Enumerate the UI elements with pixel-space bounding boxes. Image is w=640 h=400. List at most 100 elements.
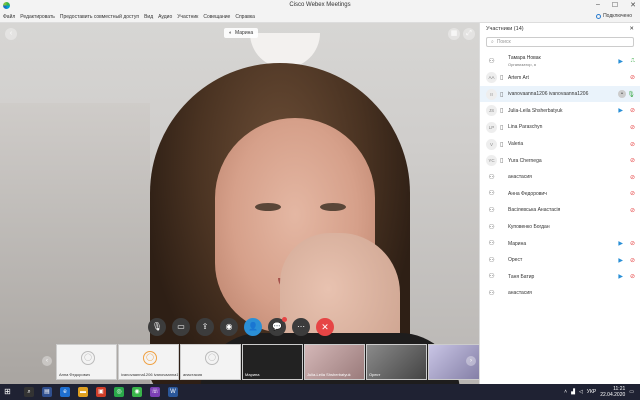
person-icon: ◯ [143,351,157,365]
active-speaker-label: ◐ Марина [224,28,259,38]
mic-muted-icon[interactable]: ⊘ [630,141,635,148]
windows-start-icon[interactable]: ⊞ [4,388,12,396]
thumbnail-name: Анна Федорович [59,372,91,377]
participant-avatar: AA [486,72,497,84]
person-icon: ⚇ [488,273,495,281]
participant-name: Lina Paraschyn [508,124,543,131]
mic-muted-icon[interactable]: ⊘ [630,273,635,280]
participant-thumbnail[interactable]: ◯ Анна Федорович [56,344,117,380]
mic-icon[interactable]: 🎙 [627,91,635,98]
record-button[interactable]: ◉ [220,318,238,336]
menu-item[interactable]: Совещание [203,14,230,20]
mic-muted-icon[interactable]: ⊘ [630,207,635,214]
close-icon[interactable]: ✕ [630,1,636,9]
title-bar: Cisco Webex Meetings – ☐ ✕ [0,0,640,11]
participant-search[interactable]: ⌕ Поиск [486,37,634,47]
layout-icon[interactable]: ▦ [448,28,460,40]
chat-button[interactable]: 💬 [268,317,287,336]
mic-icon: ◐ [229,30,233,36]
mic-muted-icon[interactable]: ⊘ [630,74,635,81]
more-button[interactable]: ⋯ [292,318,310,336]
keyboard-layout[interactable]: УКР [587,389,596,395]
participant-row[interactable]: V ▯ Valeria ⊘ [480,136,640,152]
person-icon: ⚇ [488,206,495,214]
mic-muted-icon[interactable]: ⊘ [630,124,635,131]
share-button[interactable]: ⇪ [196,318,214,336]
mic-muted-icon[interactable]: ⊘ [630,107,635,114]
chrome-icon[interactable]: ◎ [114,387,124,397]
participant-row[interactable]: ⚇ анастасия ⊘ [480,169,640,185]
person-icon: ⚇ [488,223,495,231]
participant-name: Марина [508,240,527,247]
connection-label: Подключено [603,13,632,19]
participant-thumbnail[interactable]: Julia-Leila Shsherbatyuk [304,344,365,380]
mic-icon[interactable]: ⎍ [631,58,635,65]
participant-row[interactable]: ⚇ Орест ▶ ⊘ [480,252,640,268]
thumbnail-next-icon[interactable]: › [466,356,476,366]
search-icon[interactable]: ⌕ [24,387,34,397]
participant-row[interactable]: YC ▯ Yura Chernega ⊘ [480,153,640,169]
menu-item[interactable]: Редактировать [20,14,55,20]
notifications-icon[interactable]: ▭ [629,389,634,395]
participant-row[interactable]: ⚇ Васілевська Анастасія ⊘ [480,202,640,218]
participant-row[interactable]: JS ▯ Julia-Leila Shsherbatyuk ▶ ⊘ [480,103,640,119]
fullscreen-icon[interactable]: ⤢ [463,28,475,40]
participants-button[interactable]: 👤 [244,318,262,336]
participant-row[interactable]: LP ▯ Lina Paraschyn ⊘ [480,119,640,135]
device-icon: ▯ [500,141,504,148]
maximize-icon[interactable]: ☐ [612,1,618,9]
leave-button[interactable]: ✕ [316,318,334,336]
participant-row[interactable]: ⚇ Таня Батир ▶ ⊘ [480,269,640,285]
viber-icon[interactable]: ☏ [150,387,160,397]
participant-row[interactable]: ⚇ Куповенко Богдан [480,219,640,235]
tray-arrow-icon[interactable]: ˄ [564,389,567,395]
person-icon: ⚇ [488,289,495,297]
participant-thumbnail[interactable]: ◯ ivanovaanna1206 ivanovaanna1206 [118,344,179,380]
mic-muted-icon[interactable]: ⊘ [630,257,635,264]
mic-muted-icon[interactable]: ⊘ [630,240,635,247]
file-explorer-icon[interactable]: ▬ [78,387,88,397]
network-icon[interactable]: ▟ [571,389,575,395]
webex-taskbar-icon[interactable]: ◉ [132,387,142,397]
mic-muted-icon[interactable]: ⊘ [630,190,635,197]
participant-thumbnail[interactable]: Орест [366,344,427,380]
clock[interactable]: 11:21 22.04.2020 [600,386,625,398]
office-icon[interactable]: ▣ [96,387,106,397]
menu-item[interactable]: Файл [3,14,15,20]
camera-icon: ▶ [618,241,623,248]
chat-icon[interactable]: • [618,90,626,99]
participant-thumbnail[interactable]: ◯ анастасия [180,344,241,380]
menu-item[interactable]: Предоставить совместный доступ [60,14,139,20]
mic-muted-icon[interactable]: ⊘ [630,174,635,181]
participant-row[interactable]: ⚇ Тамара Новак Организатор, я ▶ ⎍ [480,53,640,69]
mic-muted-icon[interactable]: ⊘ [630,157,635,164]
edge-icon[interactable]: e [60,387,70,397]
task-view-icon[interactable]: ▤ [42,387,52,397]
participant-row[interactable]: ⚇ Марина ▶ ⊘ [480,236,640,252]
back-icon[interactable]: ‹ [5,28,17,40]
close-panel-icon[interactable]: ✕ [629,26,634,32]
menu-item[interactable]: Справка [235,14,255,20]
person-icon: ⚇ [488,57,495,65]
participant-row[interactable]: ⚇ Анна Федорович ⊘ [480,186,640,202]
mute-button[interactable]: 🎙 [148,318,166,336]
minimize-icon[interactable]: – [596,1,600,9]
connection-status[interactable]: Подключено [596,13,632,19]
word-icon[interactable]: W [168,387,178,397]
menu-bar: Файл Редактировать Предоставить совместный… [0,11,640,23]
menu-item[interactable]: Аудио [158,14,172,20]
panel-title[interactable]: Участники (14) [486,26,524,32]
video-button[interactable]: ▭ [172,318,190,336]
volume-icon[interactable]: ◁ [579,389,583,395]
menu-item[interactable]: Участник [177,14,198,20]
participant-thumbnail[interactable]: Марина [242,344,303,380]
chat-icon: 💬 [272,322,282,331]
thumbnail-prev-icon[interactable]: ‹ [42,356,52,366]
participant-row[interactable]: ⚇ анастасия [480,285,640,301]
participant-row[interactable]: AA ▯ Artem Art ⊘ [480,70,640,86]
thumbnail-name: анастасия [183,372,203,377]
share-icon: ⇪ [201,322,209,331]
menu-item[interactable]: Вид [144,14,153,20]
system-tray: ˄ ▟ ◁ УКР 11:21 22.04.2020 ▭ [564,386,634,398]
participant-row[interactable]: II ▯ ivanovaanna1206 ivanovaanna1206 • 🎙 [480,86,640,103]
